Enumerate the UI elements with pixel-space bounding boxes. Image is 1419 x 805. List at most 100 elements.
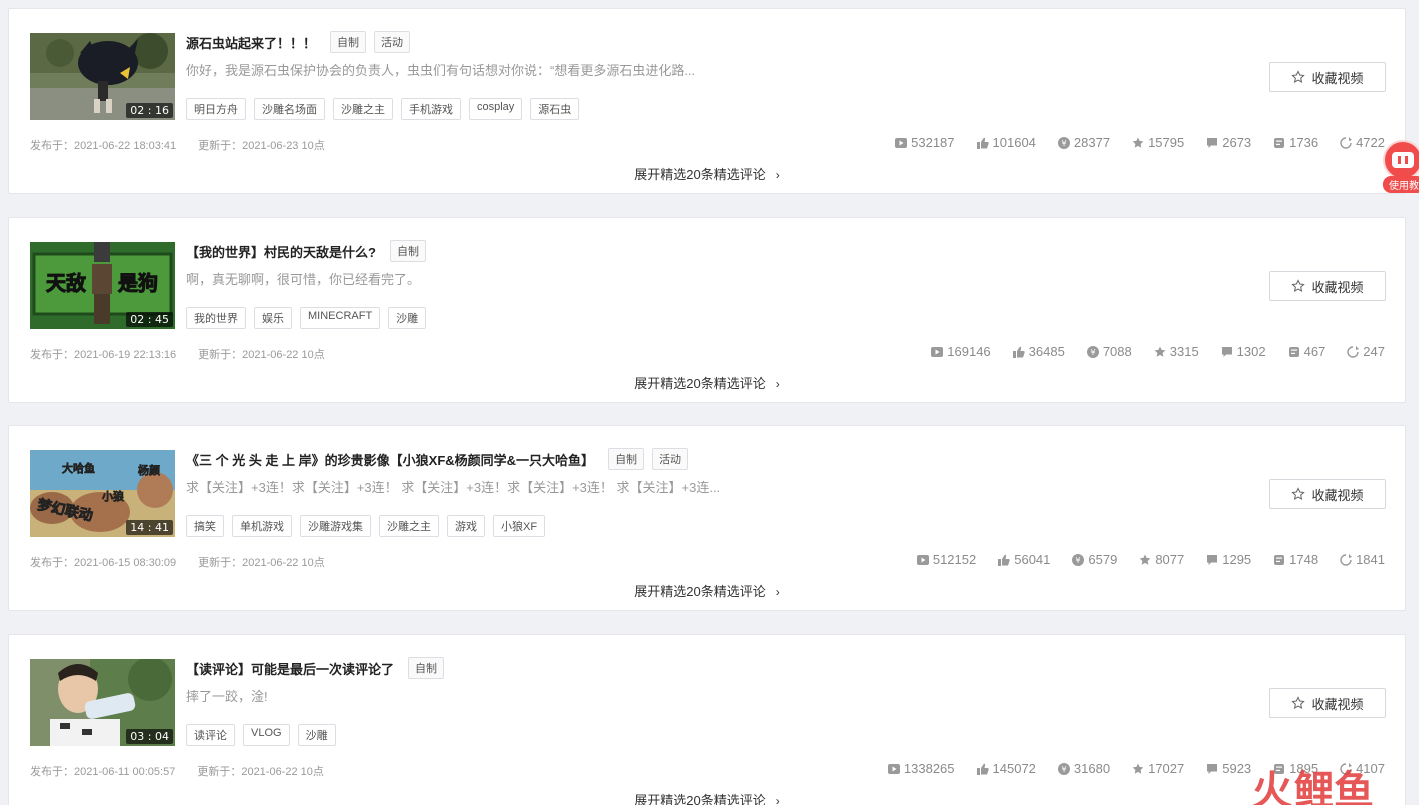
- stat-favorites: 17027: [1132, 761, 1184, 776]
- updated-time: 更新于：2021-06-22 10点: [198, 557, 325, 569]
- tag[interactable]: 沙雕: [388, 307, 427, 329]
- tag[interactable]: 娱乐: [254, 307, 292, 329]
- watermark-logo: 火 鲤鱼: [1252, 767, 1374, 805]
- coin-icon: ¥: [1057, 762, 1070, 775]
- tag[interactable]: 沙雕: [297, 724, 336, 746]
- tag[interactable]: VLOG: [243, 724, 290, 746]
- video-thumbnail[interactable]: 天敌 是狗 02 : 45: [30, 242, 175, 329]
- share-icon: [1340, 553, 1353, 566]
- expand-comments-link[interactable]: 展开精选20条精选评论 ›: [9, 164, 1405, 183]
- video-meta: 发布于：2021-06-11 00:05:57 更新于：2021-06-22 1…: [30, 763, 324, 779]
- title-row: 【我的世界】村民的天敌是什么? 自制: [186, 240, 426, 262]
- help-tutorial-widget[interactable]: 使用教: [1383, 140, 1419, 194]
- expand-comments-link[interactable]: 展开精选20条精选评论 ›: [9, 790, 1405, 805]
- published-time: 发布于：2021-06-11 00:05:57: [30, 766, 176, 778]
- video-thumbnail[interactable]: 大哈鱼 杨颜 小狼 梦幻联动 14 : 41: [30, 450, 175, 537]
- tag[interactable]: 手机游戏: [401, 98, 461, 120]
- video-duration: 03 : 04: [126, 729, 173, 744]
- video-thumbnail[interactable]: 03 : 04: [30, 659, 175, 746]
- share-icon: [1347, 345, 1360, 358]
- chevron-right-icon: ›: [775, 794, 780, 805]
- tag[interactable]: 沙雕名场面: [254, 98, 325, 120]
- thumb-text: 是狗: [117, 271, 158, 295]
- like-icon: [1012, 346, 1025, 358]
- tag[interactable]: 搞笑: [186, 515, 224, 537]
- tag-list: 我的世界 娱乐 MINECRAFT 沙雕: [186, 307, 427, 329]
- star-outline-icon: [1291, 70, 1306, 84]
- comment-icon: [1207, 763, 1218, 774]
- tag[interactable]: 沙雕之主: [333, 98, 393, 120]
- favorite-video-button[interactable]: 收藏视频: [1269, 688, 1386, 718]
- like-icon: [976, 763, 989, 775]
- star-outline-icon: [1291, 696, 1306, 710]
- tag[interactable]: 读评论: [186, 724, 235, 746]
- favorite-video-button[interactable]: 收藏视频: [1269, 479, 1386, 509]
- star-outline-icon: [1291, 279, 1306, 293]
- video-stats: 169146 36485 ¥7088 3315 1302 467 247: [931, 344, 1385, 359]
- stat-shares: 4722: [1340, 135, 1385, 150]
- svg-text:¥: ¥: [1076, 556, 1081, 565]
- video-description: 啊，真无聊啊，很可惜，你已经看完了。: [186, 272, 421, 287]
- danmaku-icon: [1274, 137, 1285, 148]
- video-title[interactable]: 源石虫站起来了！！！: [186, 33, 316, 52]
- stat-comments: 1295: [1206, 552, 1251, 567]
- stat-coins: ¥7088: [1086, 344, 1132, 359]
- stat-comments: 2673: [1206, 135, 1251, 150]
- expand-comments-link[interactable]: 展开精选20条精选评论 ›: [9, 373, 1405, 392]
- video-description: 求【关注】+3连！求【关注】+3连！ 求【关注】+3连！求【关注】+3连！ 求【…: [186, 480, 721, 495]
- video-stats: 532187 101604 ¥28377 15795 2673 1736 472…: [895, 135, 1385, 150]
- stat-likes: 101604: [976, 135, 1036, 150]
- favorite-video-button[interactable]: 收藏视频: [1269, 62, 1386, 92]
- tag[interactable]: MINECRAFT: [300, 307, 381, 329]
- video-description: 摔了一跤，淦!: [186, 689, 268, 704]
- badge-self-made: 自制: [608, 448, 645, 470]
- tag[interactable]: 明日方舟: [186, 98, 246, 120]
- svg-text:¥: ¥: [1061, 139, 1066, 148]
- comment-icon: [1207, 554, 1218, 565]
- favorite-video-button[interactable]: 收藏视频: [1269, 271, 1386, 301]
- tag[interactable]: 源石虫: [530, 98, 580, 120]
- title-row: 【读评论】可能是最后一次读评论了 自制: [186, 657, 445, 679]
- stat-danmaku: 467: [1288, 344, 1325, 359]
- tag[interactable]: cosplay: [469, 98, 523, 120]
- stat-coins: ¥31680: [1057, 761, 1110, 776]
- like-icon: [998, 554, 1010, 566]
- favorite-label: 收藏视频: [1311, 696, 1364, 712]
- video-duration: 14 : 41: [126, 520, 173, 535]
- stat-likes: 36485: [1012, 344, 1065, 359]
- stat-coins: ¥28377: [1057, 135, 1110, 150]
- expand-comments-link[interactable]: 展开精选20条精选评论 ›: [9, 581, 1405, 600]
- svg-text:¥: ¥: [1061, 765, 1066, 774]
- tag[interactable]: 沙雕之主: [379, 515, 439, 537]
- stat-favorites: 15795: [1132, 135, 1184, 150]
- video-title[interactable]: 【我的世界】村民的天敌是什么?: [186, 242, 376, 261]
- badge-self-made: 自制: [330, 31, 367, 53]
- published-time: 发布于：2021-06-19 22:13:16: [30, 349, 177, 361]
- favorite-label: 收藏视频: [1311, 487, 1364, 503]
- video-title[interactable]: 《三 个 光 头 走 上 岸》的珍贵影像【小狼XF&杨颜同学&一只大哈鱼】: [186, 450, 594, 469]
- share-icon: [1340, 136, 1353, 149]
- stat-plays: 169146: [931, 344, 991, 359]
- tag[interactable]: 小狼XF: [493, 515, 546, 537]
- stat-plays: 1338265: [887, 761, 955, 776]
- video-thumbnail[interactable]: 02 : 16: [30, 33, 175, 120]
- video-title[interactable]: 【读评论】可能是最后一次读评论了: [186, 659, 394, 678]
- tag[interactable]: 单机游戏: [232, 515, 292, 537]
- comment-icon: [1221, 346, 1232, 357]
- star-icon: [1132, 137, 1144, 148]
- stat-likes: 145072: [976, 761, 1036, 776]
- tag[interactable]: 沙雕游戏集: [300, 515, 371, 537]
- tag-list: 读评论 VLOG 沙雕: [186, 724, 336, 746]
- stat-favorites: 8077: [1139, 552, 1184, 567]
- favorite-label: 收藏视频: [1311, 70, 1364, 86]
- favorite-label: 收藏视频: [1311, 279, 1364, 295]
- video-card: 03 : 04 【读评论】可能是最后一次读评论了 自制 摔了一跤，淦! 读评论 …: [8, 634, 1406, 805]
- stat-comments: 5923: [1206, 761, 1251, 776]
- play-icon: [931, 346, 944, 357]
- video-stats: 512152 56041 ¥6579 8077 1295 1748 1841: [916, 552, 1385, 567]
- tag[interactable]: 游戏: [447, 515, 485, 537]
- published-time: 发布于：2021-06-15 08:30:09: [30, 557, 177, 569]
- title-row: 源石虫站起来了！！！ 自制 活动: [186, 31, 411, 53]
- tag[interactable]: 我的世界: [186, 307, 246, 329]
- updated-time: 更新于：2021-06-23 10点: [198, 140, 325, 152]
